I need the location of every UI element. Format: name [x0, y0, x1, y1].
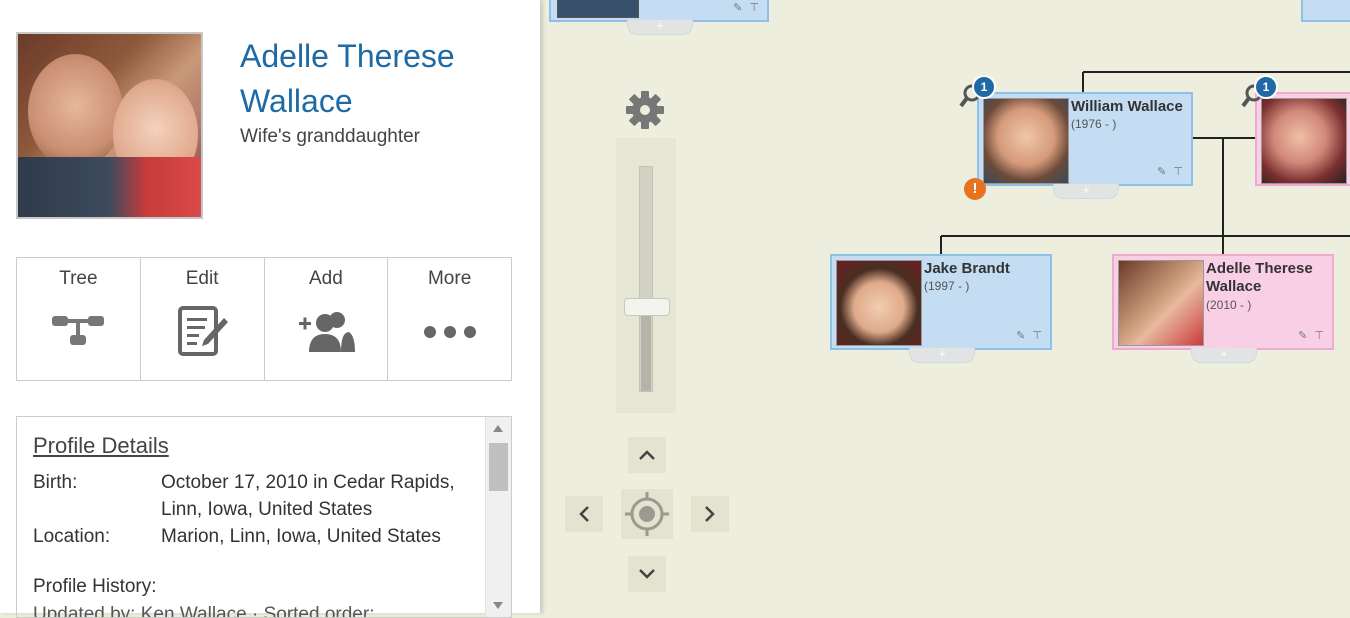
zoom-slider-handle[interactable] — [624, 298, 670, 317]
profile-history-title: Profile History: — [33, 576, 157, 597]
tree-card-adelle[interactable]: Adelle Therese Wallace (2010 - ) ✎ ⊤ + — [1112, 254, 1334, 363]
card-dates: (1997 - ) — [924, 279, 970, 293]
card-name: Adelle Therese Wallace — [1206, 260, 1313, 295]
add-button-label: Add — [308, 268, 343, 289]
card-photo — [1118, 260, 1204, 346]
profile-history-line: Updated by: Ken Wallace · Sorted order: … — [33, 604, 396, 618]
pan-up-button[interactable] — [628, 437, 666, 473]
profile-details-title[interactable]: Profile Details — [33, 433, 478, 459]
profile-relation: Wife's granddaughter — [240, 126, 421, 147]
warning-icon[interactable]: ! — [964, 178, 986, 200]
tree-card-jake[interactable]: Jake Brandt (1997 - ) ✎ ⊤ + — [830, 254, 1052, 363]
birth-label: Birth: — [33, 472, 78, 493]
location-value: Marion, Linn, Iowa, United States — [161, 526, 441, 547]
chevron-left-icon — [579, 506, 589, 522]
action-bar: Tree Edit Add More — [16, 257, 512, 381]
edit-icon — [172, 304, 232, 360]
zoom-slider-fill — [641, 305, 651, 391]
match-count-badge[interactable]: 1 — [1254, 75, 1278, 99]
chevron-down-icon — [639, 569, 655, 579]
chevron-up-icon — [639, 450, 655, 460]
scroll-up-arrow-icon[interactable] — [493, 425, 503, 432]
card-tools[interactable]: ✎ ⊤ — [1298, 329, 1326, 342]
profile-details: Profile Details Birth: October 17, 2010 … — [16, 416, 512, 618]
edit-button[interactable]: Edit — [141, 258, 265, 380]
profile-photo — [16, 32, 203, 219]
pan-left-button[interactable] — [565, 496, 603, 532]
more-button[interactable]: More — [388, 258, 511, 380]
tree-icon — [48, 304, 108, 360]
profile-name[interactable]: Adelle Therese Wallace — [240, 34, 520, 124]
location-label: Location: — [33, 526, 111, 547]
add-relative-tab[interactable]: + — [909, 347, 975, 363]
birth-row: Birth: October 17, 2010 in Cedar Rapids,… — [33, 469, 478, 523]
add-relative-tab[interactable]: + — [1053, 183, 1119, 199]
add-person-icon — [296, 304, 356, 360]
zoom-slider[interactable] — [616, 138, 676, 413]
card-tools[interactable]: ✎ ⊤ — [1016, 329, 1044, 342]
add-button[interactable]: Add — [265, 258, 389, 380]
tree-button[interactable]: Tree — [17, 258, 141, 380]
settings-gear-icon[interactable] — [625, 90, 665, 130]
tree-card-william[interactable]: William Wallace (1976 - ) ✎ ⊤ + — [977, 92, 1193, 199]
birth-value: October 17, 2010 in Cedar Rapids, Linn, … — [161, 472, 455, 520]
zoom-slider-track[interactable] — [639, 166, 653, 392]
card-photo — [983, 98, 1069, 184]
card-dates: (2010 - ) — [1206, 298, 1252, 312]
target-icon — [625, 492, 669, 536]
pan-down-button[interactable] — [628, 556, 666, 592]
details-scrollbar[interactable] — [485, 417, 511, 617]
location-row: Location: Marion, Linn, Iowa, United Sta… — [33, 523, 478, 550]
recenter-button[interactable] — [621, 489, 673, 539]
card-photo — [1261, 98, 1347, 184]
scroll-down-arrow-icon[interactable] — [493, 602, 503, 609]
card-name: William Wallace — [1071, 98, 1183, 115]
edit-button-label: Edit — [185, 268, 219, 289]
add-relative-tab[interactable]: + — [1191, 347, 1257, 363]
match-count-badge[interactable]: 1 — [972, 75, 996, 99]
more-icon — [420, 304, 480, 360]
chevron-right-icon — [705, 506, 715, 522]
tree-card-partner[interactable] — [1255, 92, 1350, 186]
tree-canvas[interactable]: ✎ ⊤ + William Wallace (1976 - ) ✎ ⊤ + 1 … — [541, 0, 1350, 613]
card-dates: (1976 - ) — [1071, 117, 1117, 131]
more-button-label: More — [427, 268, 472, 289]
profile-panel: Adelle Therese Wallace Wife's granddaugh… — [0, 0, 541, 618]
card-name: Jake Brandt — [924, 260, 1010, 277]
pan-right-button[interactable] — [691, 496, 729, 532]
card-photo — [836, 260, 922, 346]
card-tools[interactable]: ✎ ⊤ — [1157, 165, 1185, 178]
tree-button-label: Tree — [59, 268, 98, 289]
scroll-thumb[interactable] — [489, 443, 508, 491]
